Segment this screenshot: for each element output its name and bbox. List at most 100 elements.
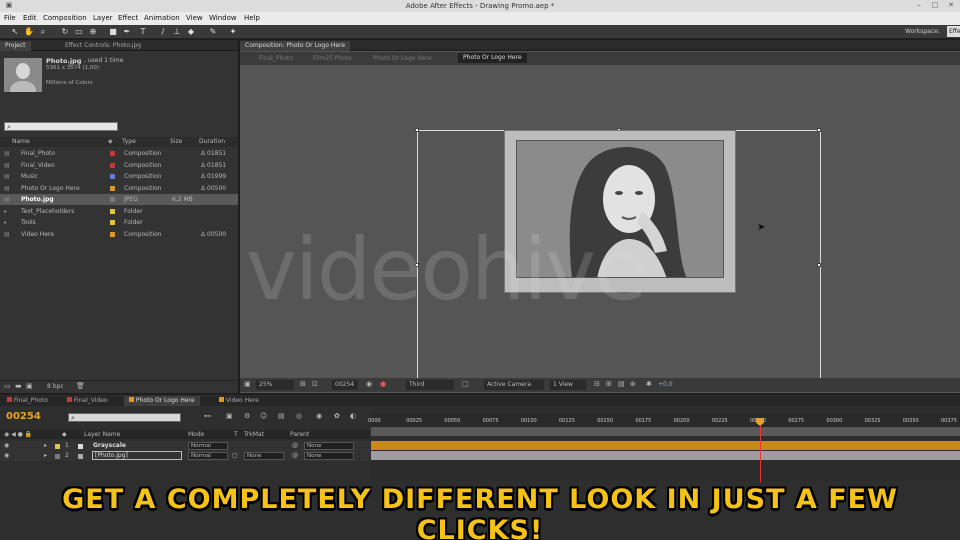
layer-row-photo[interactable]: ◉ ▸ 2 [Photo.jpg] Normal ▢ None @ None <box>0 451 370 461</box>
channel-icon[interactable]: ● <box>380 380 386 388</box>
menu-file[interactable]: File <box>4 14 16 22</box>
always-preview-icon[interactable]: ▣ <box>244 380 251 388</box>
project-item[interactable]: ▤ Music Composition Δ 01999 <box>0 171 238 182</box>
layer2-pickwhip-icon[interactable]: @ <box>292 452 298 459</box>
item-label-swatch[interactable] <box>110 197 115 202</box>
current-frame-field[interactable]: 00254 <box>332 380 358 390</box>
handle-top-right[interactable] <box>817 128 821 132</box>
mask-tool-icon[interactable]: ■ <box>108 27 118 37</box>
menu-animation[interactable]: Animation <box>144 14 180 22</box>
minimize-icon[interactable]: – <box>912 1 926 11</box>
project-item[interactable]: ▤ Final_Photo Composition Δ 01851 <box>0 148 238 159</box>
breadcrumb-photo-or-logo[interactable]: Photo Or Logo Here <box>368 54 437 64</box>
layer2-trkmat-select[interactable]: None <box>244 452 284 460</box>
safe-zones-icon[interactable]: ⊞ <box>300 380 306 388</box>
snapshot-icon[interactable]: ◉ <box>366 380 372 388</box>
layer1-video-toggle-icon[interactable]: ◉ <box>4 442 9 449</box>
menu-help[interactable]: Help <box>244 14 260 22</box>
col-type[interactable]: Type <box>122 138 136 145</box>
pan-behind-tool-icon[interactable]: ⊕ <box>88 27 98 37</box>
draft-3d-icon[interactable]: ⚙ <box>244 412 250 420</box>
layer1-parent-select[interactable]: None <box>304 442 354 450</box>
tab-final-photo[interactable]: Final_Photo <box>2 396 53 406</box>
region-of-interest-icon[interactable]: ▢ <box>462 380 469 388</box>
rotate-tool-icon[interactable]: ↻ <box>60 27 70 37</box>
selection-tool-icon[interactable]: ↖ <box>10 27 20 37</box>
work-area-bar[interactable] <box>371 428 960 436</box>
layer1-label-swatch[interactable] <box>55 444 60 449</box>
folder-expand-icon[interactable]: ▸ <box>4 219 7 226</box>
current-time-display[interactable]: 00254 <box>6 411 41 422</box>
project-search-input[interactable]: ⌕ <box>4 122 118 131</box>
timeline-icon[interactable]: ▤ <box>618 380 625 388</box>
close-icon[interactable]: ✕ <box>944 1 958 11</box>
col-mode[interactable]: Mode <box>188 431 204 438</box>
tab-composition[interactable]: Composition: Photo Or Logo Here <box>240 41 351 51</box>
layer2-video-toggle-icon[interactable]: ◉ <box>4 452 9 459</box>
workspace-select[interactable]: Effe <box>947 26 960 37</box>
col-layer-name[interactable]: Layer Name <box>84 431 120 438</box>
exposure-value[interactable]: +0,0 <box>658 381 673 388</box>
zoom-select[interactable]: 25% <box>256 380 294 390</box>
layer1-expand-icon[interactable]: ▸ <box>44 442 47 449</box>
exposure-icon[interactable]: ✱ <box>646 380 652 388</box>
layer2-preserve-transparency-icon[interactable]: ▢ <box>232 452 238 459</box>
project-item[interactable]: ▤ Photo.jpg JPEG 6,2 MB <box>0 194 238 205</box>
tab-project[interactable]: Project <box>0 41 31 51</box>
item-label-swatch[interactable] <box>110 186 115 191</box>
tab-photo-or-logo-here[interactable]: Photo Or Logo Here <box>124 396 200 406</box>
layer2-label-swatch[interactable] <box>55 454 60 459</box>
text-tool-icon[interactable]: T <box>138 27 148 37</box>
puppet-tool-icon[interactable]: ✦ <box>228 27 238 37</box>
motion-blur-icon[interactable]: ◎ <box>296 412 302 420</box>
project-item[interactable]: ▸ Text_Placeholders Folder <box>0 206 238 217</box>
handle-right[interactable] <box>817 263 821 267</box>
item-label-swatch[interactable] <box>110 174 115 179</box>
layer2-name[interactable]: [Photo.jpg] <box>92 451 182 460</box>
layer1-pickwhip-icon[interactable]: @ <box>292 442 298 449</box>
comp-mini-flowchart-icon[interactable]: ⊷ <box>204 412 211 420</box>
interpret-footage-icon[interactable]: ▭ <box>4 382 11 390</box>
tab-effect-controls[interactable]: Effect Controls: Photo.jpg <box>60 41 146 51</box>
col-trkmat[interactable]: TrkMat <box>244 431 264 438</box>
zoom-tool-icon[interactable]: ⌕ <box>38 27 48 37</box>
brainstorm-icon[interactable]: ✿ <box>334 412 340 420</box>
col-t[interactable]: T <box>234 431 238 438</box>
auto-keyframe-icon[interactable]: ◐ <box>350 412 356 420</box>
layer2-expand-icon[interactable]: ▸ <box>44 452 47 459</box>
project-item[interactable]: ▸ Tools Folder <box>0 217 238 228</box>
frame-blending-icon[interactable]: ▤ <box>278 412 285 420</box>
shy-layers-icon[interactable]: ☺ <box>260 412 267 420</box>
layer1-duration-bar[interactable] <box>371 441 960 450</box>
layer1-name[interactable]: Grayscale <box>93 442 126 449</box>
breadcrumb-final-photo[interactable]: Final_Photo <box>254 54 298 64</box>
project-item[interactable]: ▤ Photo Or Logo Here Composition Δ 00500 <box>0 183 238 194</box>
tab-video-here[interactable]: Video Here <box>214 396 264 406</box>
hand-tool-icon[interactable]: ✋ <box>24 27 34 37</box>
label-col-icon[interactable]: ◆ <box>108 138 113 145</box>
fast-preview-icon[interactable]: ⊞ <box>606 380 612 388</box>
clone-stamp-tool-icon[interactable]: ⊥ <box>172 27 182 37</box>
breadcrumb-film-photo[interactable]: Film25 Photo <box>308 54 357 64</box>
resolution-select[interactable]: Third <box>406 380 454 390</box>
brush-tool-icon[interactable]: / <box>158 27 168 37</box>
layer2-parent-select[interactable]: None <box>304 452 354 460</box>
project-item[interactable]: ▤ Final_Video Composition Δ 01851 <box>0 160 238 171</box>
layer2-mode-select[interactable]: Normal <box>188 452 228 460</box>
graph-editor-icon[interactable]: ◉ <box>316 412 322 420</box>
folder-expand-icon[interactable]: ▸ <box>4 208 7 215</box>
pen-tool-icon[interactable]: ✒ <box>122 27 132 37</box>
menu-composition[interactable]: Composition <box>43 14 87 22</box>
new-folder-icon[interactable]: ▬ <box>15 382 22 390</box>
live-update-icon[interactable]: ▣ <box>226 412 233 420</box>
bit-depth[interactable]: 8 bpc <box>47 383 64 390</box>
layer-row-grayscale[interactable]: ◉ ▸ 1 Grayscale Normal @ None <box>0 441 370 451</box>
menu-edit[interactable]: Edit <box>23 14 37 22</box>
item-label-swatch[interactable] <box>110 220 115 225</box>
flowchart-icon[interactable]: ⊛ <box>630 380 636 388</box>
col-size[interactable]: Size <box>170 138 182 145</box>
item-label-swatch[interactable] <box>110 151 115 156</box>
col-parent[interactable]: Parent <box>290 431 309 438</box>
camera-select[interactable]: Active Camera <box>484 380 544 390</box>
playhead-line[interactable] <box>760 418 761 482</box>
